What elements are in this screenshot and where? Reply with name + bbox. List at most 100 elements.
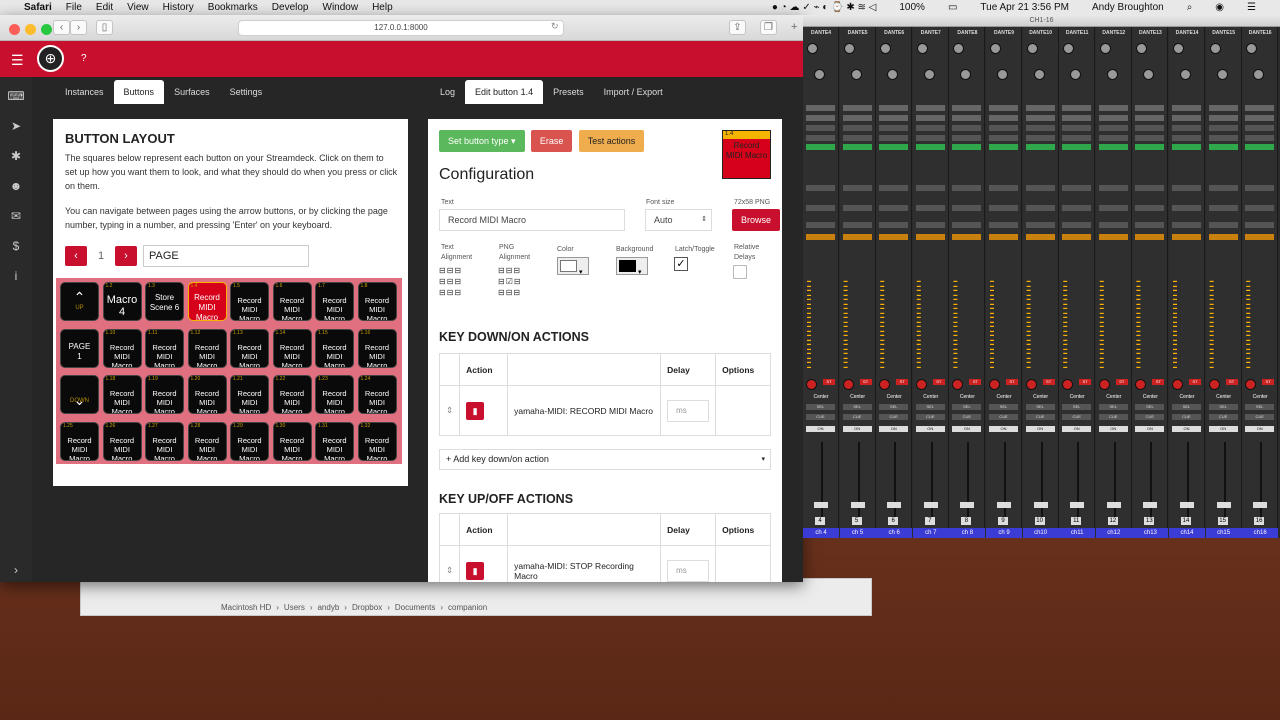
sel-button[interactable]: SEL bbox=[915, 404, 945, 410]
channel-fader[interactable] bbox=[845, 442, 869, 522]
stream-deck-button[interactable]: 1.30 Record MIDI Macro bbox=[272, 421, 312, 461]
stream-deck-button[interactable]: 1.7 Record MIDI Macro bbox=[315, 282, 354, 321]
latch-toggle-checkbox[interactable]: ✓ bbox=[674, 257, 688, 271]
mixer-toggle[interactable] bbox=[1172, 222, 1201, 228]
trim-knob-icon[interactable] bbox=[1033, 69, 1045, 80]
next-page-button[interactable]: › bbox=[115, 246, 137, 266]
back-icon[interactable]: ‹ bbox=[53, 20, 70, 35]
menu-develop[interactable]: Develop bbox=[272, 2, 309, 13]
companion-logo[interactable]: ⊕ bbox=[37, 45, 64, 72]
cue-button[interactable]: CUE bbox=[952, 414, 982, 420]
help-link[interactable]: ? bbox=[81, 53, 87, 64]
cue-button[interactable]: CUE bbox=[806, 414, 835, 420]
status-icons[interactable]: ● ◔ ☁ ✓ ⌁ ◐ ⌚ ✱ ≋ ◁ bbox=[772, 2, 876, 13]
mixer-toggle[interactable] bbox=[1098, 105, 1128, 111]
channel-label[interactable]: ch12 bbox=[1095, 528, 1132, 538]
mixer-toggle[interactable] bbox=[1098, 185, 1128, 191]
stream-deck-button[interactable]: 1.18 Record MIDI Macro bbox=[102, 375, 142, 414]
stream-deck-button[interactable]: 1.15 Record MIDI Macro bbox=[315, 328, 354, 368]
channel-label[interactable]: ch 5 bbox=[839, 528, 876, 538]
gain-knob-icon[interactable] bbox=[1173, 43, 1184, 54]
mixer-toggle[interactable] bbox=[806, 144, 835, 150]
mixer-toggle[interactable] bbox=[842, 125, 872, 131]
cue-button[interactable]: CUE bbox=[989, 414, 1018, 420]
tab-instances[interactable]: Instances bbox=[55, 80, 114, 104]
mixer-toggle[interactable] bbox=[1025, 125, 1055, 131]
menu-safari[interactable]: Safari bbox=[24, 2, 52, 13]
mixer-toggle[interactable] bbox=[1025, 144, 1055, 150]
sel-button[interactable]: SEL bbox=[1135, 404, 1165, 410]
mixer-toggle[interactable] bbox=[1208, 105, 1238, 111]
pan-knob-icon[interactable] bbox=[879, 379, 891, 390]
mixer-toggle[interactable] bbox=[879, 234, 909, 240]
trim-knob-icon[interactable] bbox=[850, 69, 862, 80]
mixer-toggle[interactable] bbox=[879, 144, 909, 150]
menu-edit[interactable]: Edit bbox=[96, 2, 113, 13]
stream-deck-button[interactable]: 1.10 Record MIDI Macro bbox=[102, 328, 142, 368]
channel-fader[interactable] bbox=[1247, 442, 1271, 522]
delete-action-icon[interactable]: ▮ bbox=[466, 401, 485, 420]
test-actions-button[interactable]: Test actions bbox=[578, 130, 645, 152]
mixer-toggle[interactable] bbox=[1172, 135, 1201, 141]
background-color-picker[interactable]: ▾ bbox=[616, 257, 648, 276]
new-tab-icon[interactable]: + bbox=[791, 21, 797, 33]
mixer-toggle[interactable] bbox=[952, 144, 982, 150]
user-name[interactable]: Andy Broughton bbox=[1092, 2, 1164, 13]
mixer-toggle[interactable] bbox=[1208, 185, 1238, 191]
cue-button[interactable]: CUE bbox=[1098, 414, 1128, 420]
mixer-toggle[interactable] bbox=[842, 222, 872, 228]
mixer-toggle[interactable] bbox=[1062, 234, 1092, 240]
channel-label[interactable]: ch 8 bbox=[949, 528, 986, 538]
mixer-toggle[interactable] bbox=[879, 135, 909, 141]
stream-deck-button[interactable]: 1.22 Record MIDI Macro bbox=[272, 375, 312, 414]
tab-surfaces[interactable]: Surfaces bbox=[164, 80, 220, 104]
mixer-toggle[interactable] bbox=[1172, 125, 1201, 131]
gain-knob-icon[interactable] bbox=[1246, 43, 1258, 54]
mixer-toggle[interactable] bbox=[1245, 125, 1275, 131]
mixer-toggle[interactable] bbox=[989, 105, 1018, 111]
on-button[interactable]: ON bbox=[1062, 426, 1092, 432]
minimize-window-icon[interactable] bbox=[25, 24, 36, 35]
mixer-toggle[interactable] bbox=[806, 125, 835, 131]
on-button[interactable]: ON bbox=[842, 426, 872, 432]
mixer-toggle[interactable] bbox=[1098, 144, 1128, 150]
share-icon[interactable]: ⇪ bbox=[729, 20, 746, 35]
mixer-toggle[interactable] bbox=[879, 185, 909, 191]
mixer-toggle[interactable] bbox=[806, 105, 835, 111]
siri-icon[interactable]: ◉ bbox=[1215, 2, 1224, 13]
path-item[interactable]: Macintosh HD bbox=[221, 603, 271, 612]
channel-fader[interactable] bbox=[991, 442, 1015, 522]
stream-deck-button[interactable]: 1.28 Record MIDI Macro bbox=[187, 421, 227, 461]
gain-knob-icon[interactable] bbox=[843, 43, 855, 54]
pan-knob-icon[interactable] bbox=[1172, 379, 1183, 390]
dollar-icon[interactable]: $ bbox=[0, 235, 32, 257]
stream-deck-button[interactable]: 1.8 Record MIDI Macro bbox=[357, 282, 397, 321]
drag-handle-icon[interactable]: ⇕ bbox=[438, 385, 461, 436]
mixer-toggle[interactable] bbox=[1135, 222, 1165, 228]
path-item[interactable]: companion bbox=[448, 603, 487, 612]
sel-button[interactable]: SEL bbox=[879, 404, 909, 410]
stream-deck-button[interactable]: 1.24 Record MIDI Macro bbox=[357, 375, 397, 414]
mixer-toggle[interactable] bbox=[1025, 105, 1055, 111]
mixer-toggle[interactable] bbox=[1062, 185, 1092, 191]
trim-knob-icon[interactable] bbox=[1070, 69, 1082, 80]
mixer-toggle[interactable] bbox=[1025, 222, 1055, 228]
mixer-toggle[interactable] bbox=[806, 205, 835, 211]
stereo-toggle[interactable]: ST bbox=[1115, 379, 1128, 385]
channel-fader[interactable] bbox=[1064, 442, 1088, 522]
channel-fader[interactable] bbox=[918, 442, 942, 522]
reload-icon[interactable]: ↻ bbox=[551, 21, 559, 32]
mixer-toggle[interactable] bbox=[1245, 135, 1275, 141]
stream-deck-button[interactable]: 1.13 Record MIDI Macro bbox=[230, 328, 269, 368]
cue-button[interactable]: CUE bbox=[1208, 414, 1238, 420]
mixer-toggle[interactable] bbox=[842, 185, 872, 191]
stream-deck-button[interactable]: 1.32 Record MIDI Macro bbox=[357, 421, 397, 461]
stream-deck-button[interactable]: 1.26 Record MIDI Macro bbox=[102, 421, 142, 461]
stream-deck-button[interactable]: 1.16 Record MIDI Macro bbox=[357, 328, 397, 368]
cue-button[interactable]: CUE bbox=[879, 414, 909, 420]
sel-button[interactable]: SEL bbox=[1172, 404, 1201, 410]
relative-delays-checkbox[interactable] bbox=[733, 265, 747, 279]
trim-knob-icon[interactable] bbox=[923, 69, 935, 80]
mixer-toggle[interactable] bbox=[915, 222, 945, 228]
stream-deck-button[interactable]: 1.23 Record MIDI Macro bbox=[315, 375, 354, 414]
